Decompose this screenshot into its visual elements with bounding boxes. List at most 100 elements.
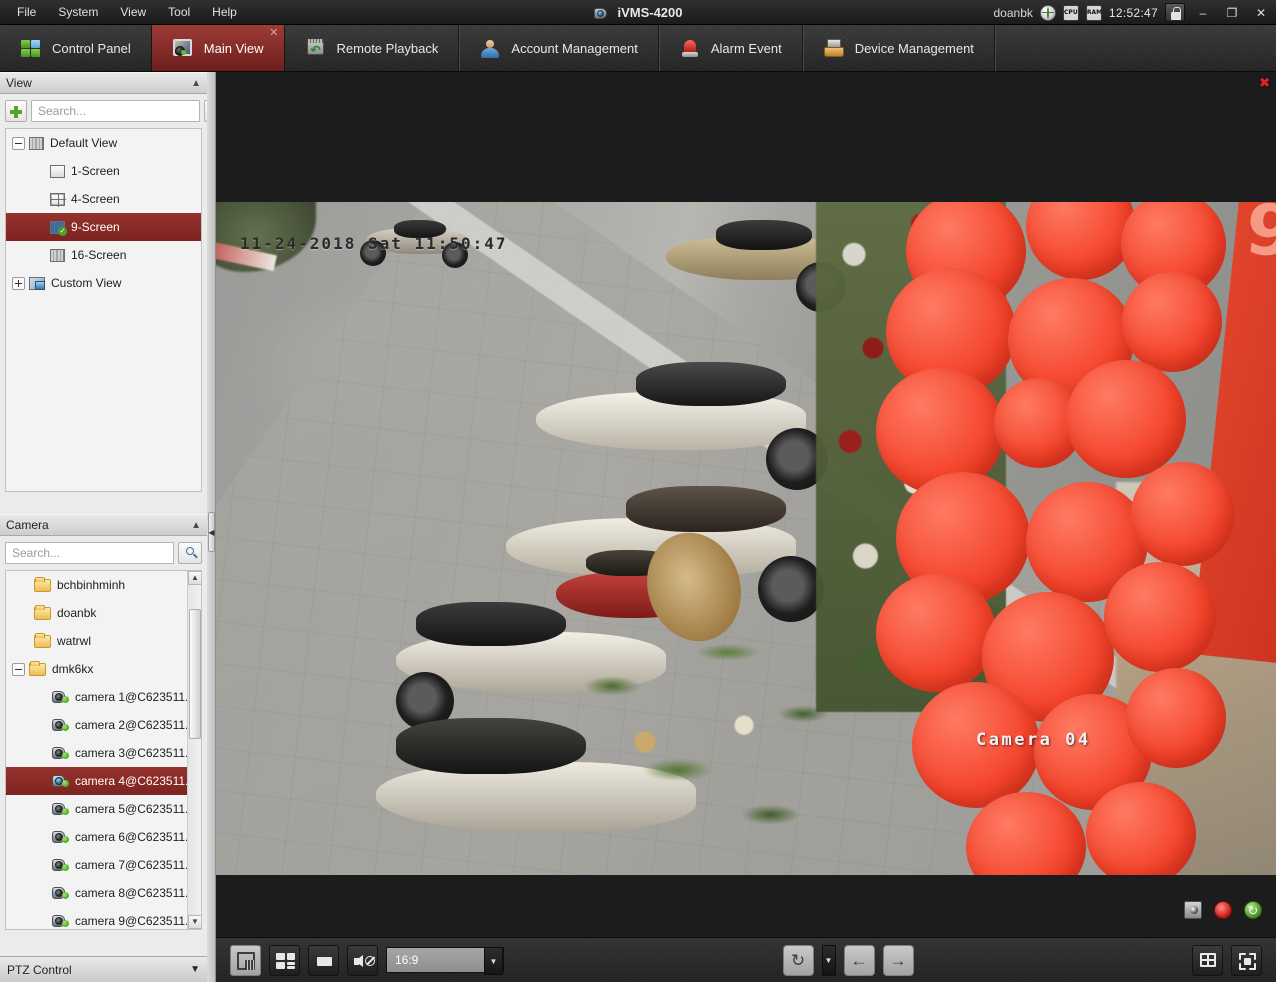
tree-item-camera-9[interactable]: camera 9@C623511... <box>6 907 201 929</box>
speaker-mute-icon[interactable] <box>347 944 378 976</box>
clock: 12:52:47 <box>1108 5 1158 20</box>
tree-item-camera-8[interactable]: camera 8@C623511... <box>6 879 201 907</box>
menu-help[interactable]: Help <box>201 1 248 23</box>
lock-icon[interactable] <box>1165 3 1185 22</box>
arrow-right-icon[interactable]: → <box>882 944 914 976</box>
tab-device-management[interactable]: Device Management <box>803 25 995 71</box>
tree-item-camera-5[interactable]: camera 5@C623511... <box>6 795 201 823</box>
tree-item-4-screen[interactable]: 4-Screen <box>6 185 201 213</box>
osd-camera-name: Camera 04 <box>976 730 1091 750</box>
camera-panel-header[interactable]: Camera ▲ <box>0 514 207 536</box>
tree-item-custom-view[interactable]: Custom View <box>6 269 201 297</box>
tree-item-bchbinhminh[interactable]: bchbinhminh <box>6 571 201 599</box>
video-overlay-toolbar <box>1184 901 1262 919</box>
aspect-ratio-value: 16:9 <box>395 953 419 967</box>
menu-file[interactable]: File <box>6 1 47 23</box>
camera-tree-scrollbar[interactable]: ▲ ▼ <box>187 571 201 929</box>
view-panel-header[interactable]: View ▲ <box>0 72 207 94</box>
tree-item-dmk6kx[interactable]: dmk6kx <box>6 655 201 683</box>
aspect-ratio-select[interactable]: 16:9 ▼ <box>386 947 504 975</box>
tree-item-label: camera 7@C623511... <box>75 858 196 872</box>
plus-expander-icon[interactable] <box>12 276 25 290</box>
minimize-button[interactable]: – <box>1192 3 1214 23</box>
camera-icon <box>52 914 69 928</box>
globe-icon[interactable] <box>1039 4 1056 21</box>
bottom-toolbar: 16:9 ▼ ↻ ▼ ← → <box>216 937 1276 982</box>
tree-item-camera-6[interactable]: camera 6@C623511... <box>6 823 201 851</box>
camera-search-button[interactable] <box>178 542 202 564</box>
minus-expander-icon[interactable] <box>12 662 25 676</box>
camera-icon <box>52 858 69 872</box>
grid-layout-icon[interactable] <box>1192 944 1223 976</box>
menu-system[interactable]: System <box>47 1 109 23</box>
refresh-dropdown-icon[interactable]: ▼ <box>821 944 836 976</box>
ptz-icon[interactable] <box>1244 901 1262 919</box>
save-layout-icon[interactable] <box>230 944 261 976</box>
tab-close-icon[interactable]: ✕ <box>269 28 278 39</box>
chevron-up-icon[interactable]: ▲ <box>191 520 201 531</box>
tree-item-camera-2[interactable]: camera 2@C623511... <box>6 711 201 739</box>
ptz-control-panel-header[interactable]: PTZ Control ▼ <box>0 956 207 982</box>
tree-item-9-screen[interactable]: ✓ 9-Screen <box>6 213 201 241</box>
tree-item-label: 4-Screen <box>71 192 120 206</box>
tree-item-label: 16-Screen <box>71 248 127 262</box>
arrow-left-icon[interactable]: ← <box>843 944 875 976</box>
device-management-icon <box>823 38 845 58</box>
collapse-left-icon[interactable]: ◀ <box>208 512 215 552</box>
tab-remote-playback[interactable]: ↶ Remote Playback <box>285 25 460 71</box>
stop-icon[interactable] <box>308 944 339 976</box>
tree-item-camera-3[interactable]: camera 3@C623511... <box>6 739 201 767</box>
record-icon[interactable] <box>1214 901 1232 919</box>
balloon-arch <box>876 202 1276 875</box>
tree-item-label: watrwl <box>57 634 92 648</box>
close-button[interactable]: ✕ <box>1250 3 1272 23</box>
tab-main-view[interactable]: Main View ✕ <box>151 25 285 71</box>
tab-control-panel[interactable]: Control Panel <box>0 25 152 71</box>
fullscreen-icon[interactable] <box>1231 944 1262 976</box>
menu-view[interactable]: View <box>109 1 157 23</box>
view-tree: Default View 1-Screen 4-Screen ✓ 9-Scree… <box>5 128 202 492</box>
tree-item-doanbk[interactable]: doanbk <box>6 599 201 627</box>
tree-item-camera-4[interactable]: camera 4@C623511... <box>6 767 201 795</box>
camera-icon-active <box>52 774 69 788</box>
close-icon[interactable]: ✖ <box>1259 76 1270 89</box>
chevron-down-icon[interactable]: ▼ <box>484 947 503 975</box>
tree-item-1-screen[interactable]: 1-Screen <box>6 157 201 185</box>
view-search-input[interactable] <box>31 100 200 122</box>
camera-panel-title: Camera <box>6 518 49 532</box>
tree-item-default-view[interactable]: Default View <box>6 129 201 157</box>
folder-icon <box>29 660 46 676</box>
alarm-event-icon <box>679 38 701 58</box>
video-display-area[interactable]: ✖ 99 11-24-2018 Sat 11:50:47 Camera 04 ↻ <box>216 72 1276 937</box>
tree-item-label: Custom View <box>51 276 122 290</box>
folder-icon <box>34 632 51 648</box>
screen-16-icon <box>50 248 65 262</box>
refresh-icon[interactable]: ↻ <box>782 944 814 976</box>
camera-search-input[interactable] <box>5 542 174 564</box>
camera-video-feed[interactable]: 99 11-24-2018 Sat 11:50:47 Camera 04 <box>216 202 1276 875</box>
cpu-icon: CPU <box>1062 4 1079 21</box>
scrollbar-thumb[interactable] <box>189 609 201 739</box>
tree-item-16-screen[interactable]: 16-Screen <box>6 241 201 269</box>
panel-splitter[interactable]: ◀ <box>207 72 216 982</box>
ivms-app-window: File System View Tool Help iVMS-4200 doa… <box>0 0 1276 982</box>
minus-expander-icon[interactable] <box>12 136 25 150</box>
menu-tool[interactable]: Tool <box>157 1 201 23</box>
tree-item-label: camera 6@C623511... <box>75 830 196 844</box>
window-division-icon[interactable] <box>269 944 300 976</box>
tab-label: Account Management <box>511 40 638 56</box>
tree-item-camera-1[interactable]: camera 1@C623511... <box>6 683 201 711</box>
custom-view-icon <box>29 276 45 290</box>
tab-label: Control Panel <box>52 40 131 56</box>
tree-item-watrwl[interactable]: watrwl <box>6 627 201 655</box>
tree-item-camera-7[interactable]: camera 7@C623511... <box>6 851 201 879</box>
scroll-up-icon[interactable]: ▲ <box>188 571 201 585</box>
scroll-down-icon[interactable]: ▼ <box>188 915 201 929</box>
tab-alarm-event[interactable]: Alarm Event <box>659 25 803 71</box>
maximize-button[interactable]: ❐ <box>1221 3 1243 23</box>
chevron-up-icon[interactable]: ▲ <box>191 78 201 89</box>
add-view-button[interactable] <box>5 100 27 122</box>
chevron-down-icon[interactable]: ▼ <box>190 964 200 975</box>
tab-account-management[interactable]: Account Management <box>459 25 659 71</box>
snapshot-icon[interactable] <box>1184 901 1202 919</box>
